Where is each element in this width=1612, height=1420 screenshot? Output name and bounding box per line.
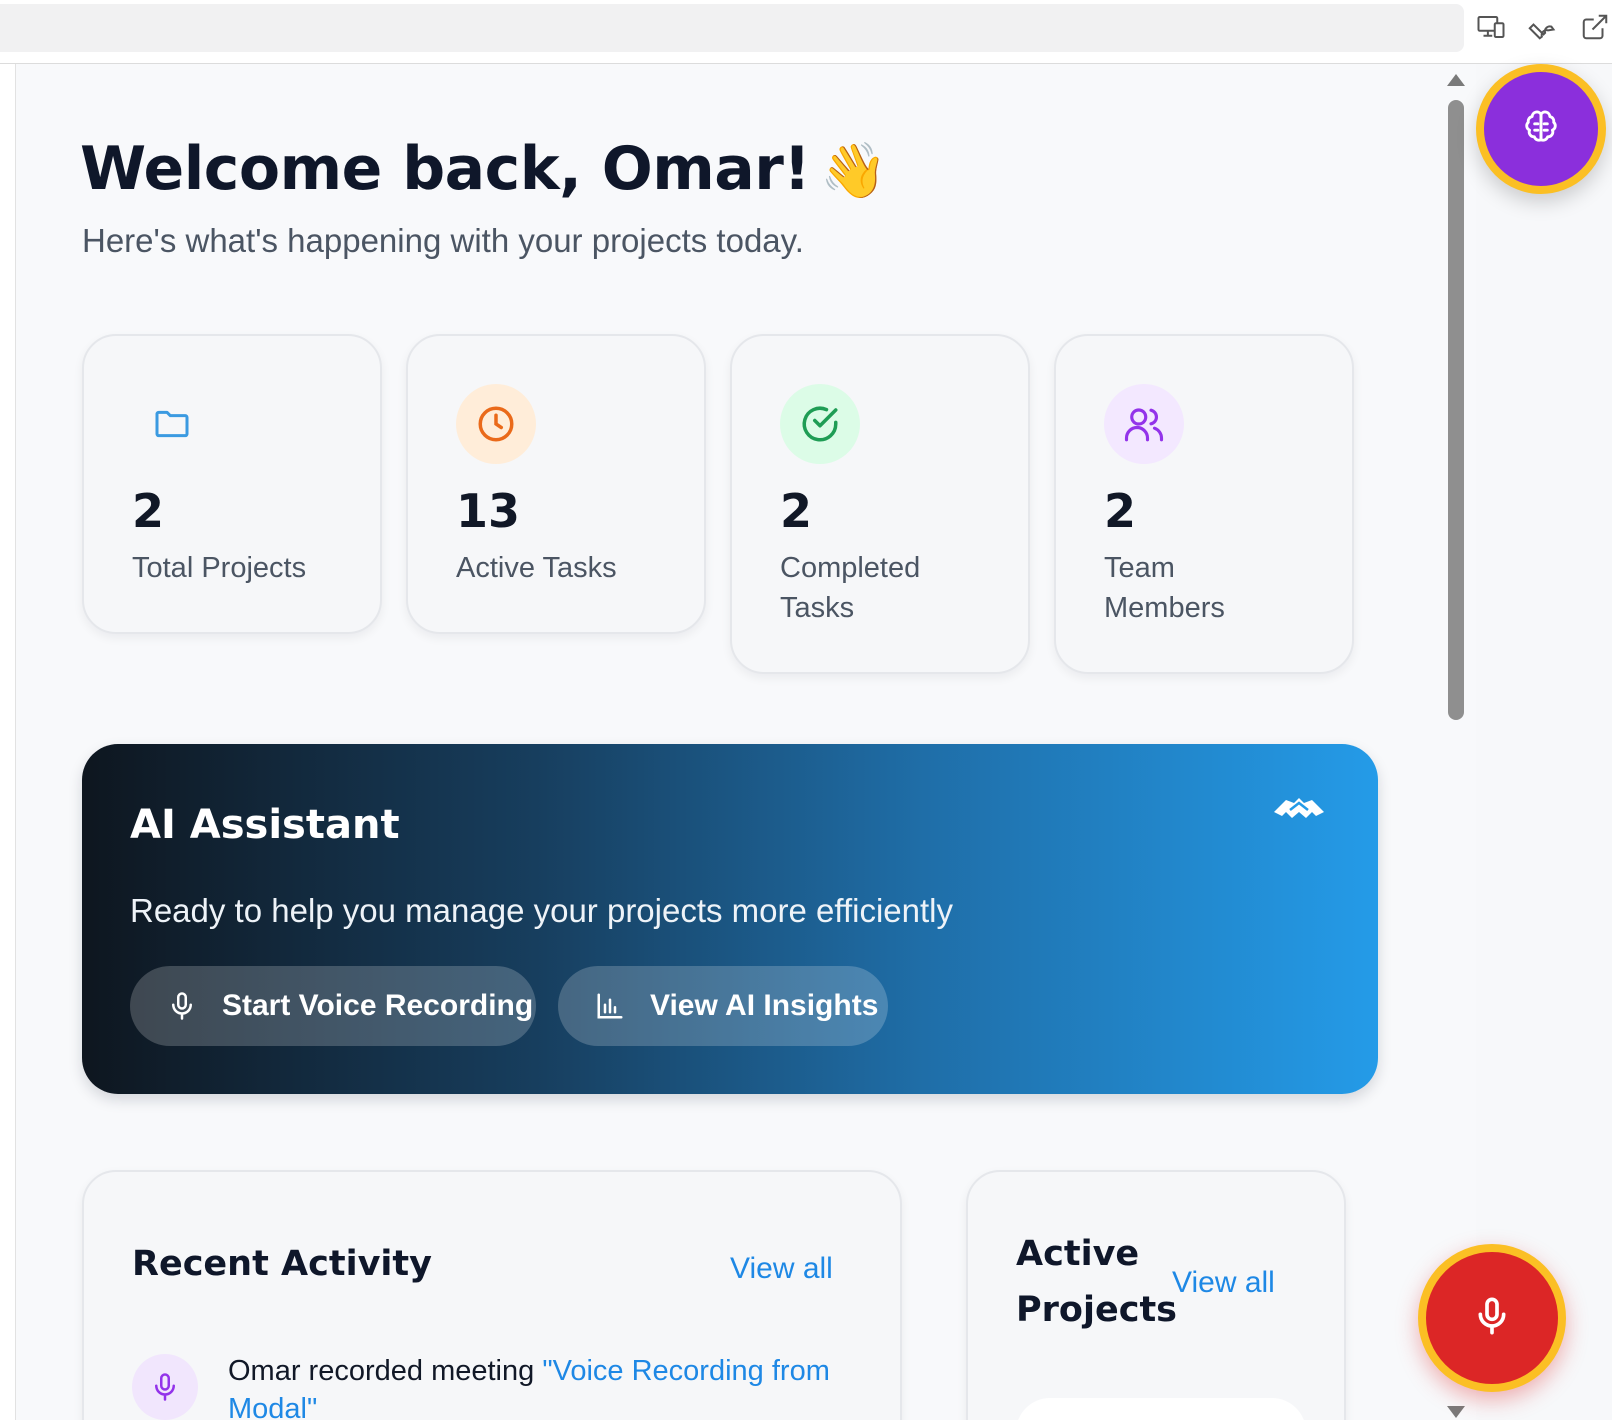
- check-circle-icon: [780, 384, 860, 464]
- open-external-icon[interactable]: [1578, 10, 1612, 44]
- scroll-down-arrow-icon[interactable]: [1447, 1406, 1465, 1418]
- browser-toolbar: [0, 0, 1612, 64]
- stat-label: Total Projects: [132, 552, 307, 584]
- greeting-text: Welcome back, Omar!: [80, 134, 811, 204]
- bar-chart-icon: [592, 988, 628, 1024]
- project-list-item[interactable]: [1016, 1398, 1306, 1420]
- activity-text: Omar recorded meeting: [228, 1355, 543, 1387]
- right-rail: [1476, 64, 1612, 1420]
- left-sidebar-edge: [0, 64, 16, 1420]
- view-ai-insights-button[interactable]: View AI Insights: [558, 966, 888, 1046]
- ai-assistant-title: AI Assistant: [130, 802, 400, 848]
- recent-activity-view-all-link[interactable]: View all: [730, 1252, 833, 1286]
- start-voice-recording-label: Start Voice Recording: [222, 989, 534, 1022]
- stat-value: 13: [456, 484, 521, 538]
- stat-card-total-projects[interactable]: 2 Total Projects: [82, 334, 382, 634]
- mic-icon: [132, 1354, 198, 1420]
- wave-emoji: 👋: [820, 139, 887, 202]
- stat-value: 2: [132, 484, 165, 538]
- scroll-up-arrow-icon[interactable]: [1447, 74, 1465, 86]
- voice-record-fab[interactable]: [1418, 1244, 1566, 1392]
- active-projects-card: Active Projects View all: [966, 1170, 1346, 1420]
- stat-label: Completed Tasks: [780, 552, 921, 624]
- stat-label: Active Tasks: [456, 552, 617, 584]
- stat-card-team-members[interactable]: 2 Team Members: [1054, 334, 1354, 674]
- dashboard-main: Welcome back, Omar! 👋 Here's what's happe…: [16, 64, 1476, 1420]
- users-icon: [1104, 384, 1184, 464]
- ai-assistant-banner: AI Assistant Ready to help you manage yo…: [82, 744, 1378, 1094]
- ai-assistant-subtitle: Ready to help you manage your projects m…: [130, 892, 954, 929]
- address-bar[interactable]: [0, 4, 1464, 52]
- active-projects-view-all-link[interactable]: View all: [1172, 1266, 1275, 1300]
- responsive-devices-icon[interactable]: [1474, 10, 1508, 44]
- activity-item: Omar recorded meeting "Voice Recording f…: [228, 1352, 888, 1420]
- brain-icon: [1522, 108, 1560, 151]
- page-title: Welcome back, Omar! 👋: [80, 134, 887, 204]
- recent-activity-card: Recent Activity View all Omar recorded m…: [82, 1170, 902, 1420]
- page-subtitle: Here's what's happening with your projec…: [82, 222, 804, 259]
- scrollbar-thumb[interactable]: [1448, 100, 1464, 720]
- stat-card-completed-tasks[interactable]: 2 Completed Tasks: [730, 334, 1030, 674]
- view-ai-insights-label: View AI Insights: [650, 989, 879, 1022]
- mic-icon: [164, 988, 200, 1024]
- mic-icon: [1472, 1296, 1512, 1341]
- folder-icon: [132, 384, 212, 464]
- start-voice-recording-button[interactable]: Start Voice Recording: [130, 966, 536, 1046]
- stat-label: Team Members: [1104, 552, 1225, 624]
- active-projects-title: Active Projects: [1016, 1234, 1178, 1330]
- page-scrollbar[interactable]: [1444, 66, 1466, 1420]
- stat-card-active-tasks[interactable]: 13 Active Tasks: [406, 334, 706, 634]
- recent-activity-title: Recent Activity: [132, 1244, 432, 1284]
- handshake-icon: [1272, 792, 1326, 822]
- clock-icon: [456, 384, 536, 464]
- ai-brain-button[interactable]: [1476, 64, 1606, 194]
- stat-value: 2: [1104, 484, 1137, 538]
- wrench-icon[interactable]: [1524, 10, 1558, 44]
- stat-value: 2: [780, 484, 813, 538]
